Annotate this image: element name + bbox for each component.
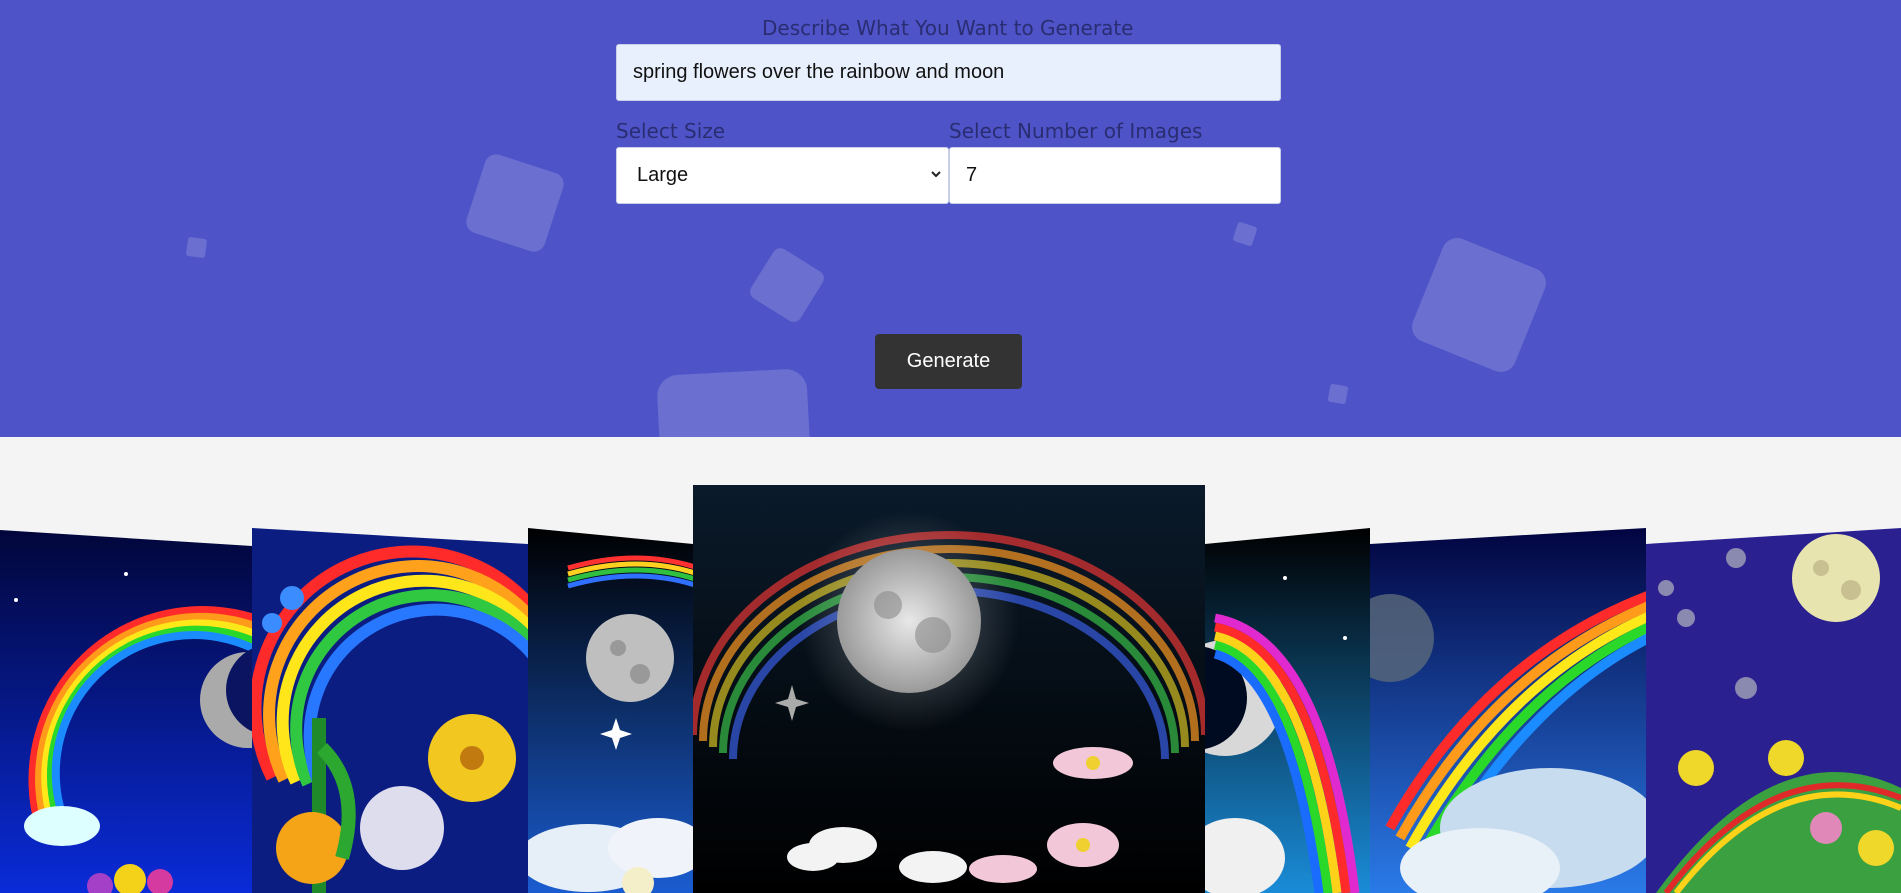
prompt-label: Describe What You Want to Generate bbox=[762, 16, 1134, 40]
gallery-image-2[interactable] bbox=[252, 528, 528, 893]
gallery-image-4[interactable] bbox=[693, 485, 1205, 893]
size-label: Select Size bbox=[616, 119, 726, 143]
gallery-image-7[interactable] bbox=[1646, 528, 1901, 893]
gallery-image-1[interactable] bbox=[0, 530, 252, 893]
generator-header: Describe What You Want to Generate sprin… bbox=[0, 0, 1901, 437]
size-select-value: Large bbox=[637, 164, 689, 186]
decor-square bbox=[656, 368, 814, 437]
count-label: Select Number of Images bbox=[949, 119, 1203, 143]
prompt-input[interactable]: spring flowers over the rainbow and moon bbox=[616, 44, 1281, 101]
count-input[interactable]: 7 bbox=[949, 147, 1281, 204]
image-gallery bbox=[0, 437, 1901, 893]
gallery-image-3[interactable] bbox=[528, 528, 693, 893]
generate-button[interactable]: Generate bbox=[875, 334, 1022, 389]
decor-square bbox=[463, 151, 567, 255]
decor-square bbox=[1327, 383, 1349, 405]
decor-square bbox=[747, 245, 827, 325]
gallery-image-6[interactable] bbox=[1370, 528, 1646, 893]
gallery-image-5[interactable] bbox=[1205, 528, 1370, 893]
size-select[interactable]: Large bbox=[616, 147, 949, 204]
decor-square bbox=[1232, 221, 1258, 247]
decor-square bbox=[185, 236, 208, 259]
decor-square bbox=[1407, 233, 1551, 377]
chevron-down-icon bbox=[930, 167, 942, 186]
